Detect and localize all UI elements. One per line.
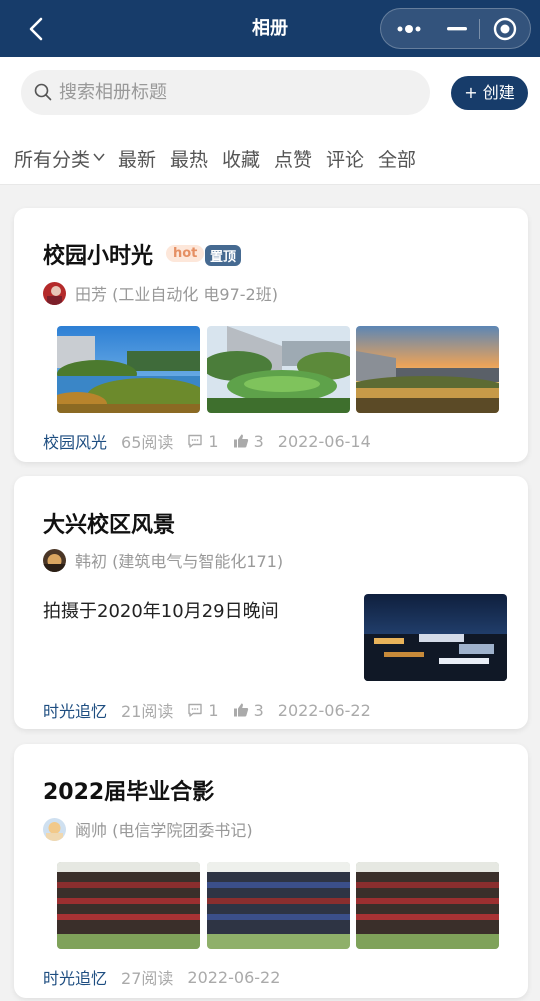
tab-favorites[interactable]: 收藏	[222, 145, 260, 172]
album-author: 韩初 (建筑电气与智能化171)	[43, 548, 283, 572]
album-description: 拍摄于2020年10月29日晚间	[43, 601, 279, 622]
album-card[interactable]: 2022届毕业合影 阚帅 (电信学院团委书记) 时光追忆 27阅读 2022-0…	[14, 744, 528, 998]
filter-tabs: 所有分类 最新 最热 收藏 点赞 评论 全部	[0, 127, 540, 185]
like-count: 3	[253, 700, 264, 720]
campus-night-photo[interactable]	[364, 594, 507, 681]
hot-badge: hot	[166, 245, 205, 262]
album-author: 田芳 (工业自动化 电97-2班)	[43, 281, 278, 305]
tab-latest[interactable]: 最新	[118, 145, 156, 172]
album-card[interactable]: 校园小时光 hot 置顶 田芳 (工业自动化 电97-2班) 校园风光 65阅读…	[14, 208, 528, 462]
comment-icon	[188, 703, 203, 717]
tab-hottest[interactable]: 最热	[170, 145, 208, 172]
author-name: 韩初 (建筑电气与智能化171)	[75, 552, 284, 571]
album-meta: 校园风光 65阅读 1 3 2022-06-14	[43, 429, 371, 453]
search-box[interactable]	[21, 70, 430, 115]
album-card[interactable]: 大兴校区风景 韩初 (建筑电气与智能化171) 拍摄于2020年10月29日晚间…	[14, 476, 528, 729]
tab-likes[interactable]: 点赞	[274, 145, 312, 172]
avatar	[43, 281, 66, 305]
thumbs-up-icon	[233, 434, 248, 448]
minimize-icon[interactable]	[432, 9, 482, 48]
create-album-button[interactable]: + 创建	[451, 76, 528, 110]
mini-program-capsule	[380, 8, 531, 49]
album-title: 校园小时光	[43, 244, 154, 269]
author-name: 田芳 (工业自动化 电97-2班)	[75, 285, 278, 304]
avatar	[43, 817, 66, 841]
close-target-icon[interactable]	[480, 9, 530, 48]
search-bar: + 创建	[0, 57, 540, 127]
campus-lake-photo[interactable]	[57, 326, 200, 413]
chevron-down-icon	[93, 153, 105, 162]
pinned-badge: 置顶	[205, 245, 242, 266]
album-meta: 时光追忆 21阅读 1 3 2022-06-22	[43, 698, 371, 722]
graduation-group-photo[interactable]	[356, 862, 499, 949]
graduation-group-photo[interactable]	[207, 862, 350, 949]
album-date: 2022-06-14	[277, 431, 371, 451]
read-count: 65阅读	[121, 433, 174, 452]
campus-pond-photo[interactable]	[207, 326, 350, 413]
album-date: 2022-06-22	[277, 700, 371, 720]
like-count: 3	[253, 431, 264, 451]
album-title: 大兴校区风景	[43, 513, 176, 538]
read-count: 21阅读	[121, 702, 174, 721]
album-category[interactable]: 时光追忆	[43, 965, 107, 989]
thumbs-up-icon	[233, 703, 248, 717]
album-meta: 时光追忆 27阅读 2022-06-22	[43, 965, 281, 989]
tab-label: 所有分类	[14, 149, 91, 171]
avatar	[43, 548, 66, 572]
search-icon	[34, 83, 52, 101]
search-input[interactable]	[59, 70, 419, 115]
album-date: 2022-06-22	[187, 967, 281, 987]
comment-icon	[188, 434, 203, 448]
album-title: 2022届毕业合影	[43, 780, 215, 805]
campus-sunset-photo[interactable]	[356, 326, 499, 413]
tab-all-categories[interactable]: 所有分类	[14, 145, 105, 172]
nav-header: 相册	[0, 0, 540, 57]
more-dots-icon[interactable]	[384, 9, 434, 48]
album-author: 阚帅 (电信学院团委书记)	[43, 817, 253, 841]
author-name: 阚帅 (电信学院团委书记)	[75, 821, 253, 840]
tab-all[interactable]: 全部	[378, 145, 416, 172]
comment-count: 1	[208, 431, 219, 451]
read-count: 27阅读	[121, 969, 174, 988]
graduation-group-photo[interactable]	[57, 862, 200, 949]
tab-comments[interactable]: 评论	[326, 145, 364, 172]
comment-count: 1	[208, 700, 219, 720]
album-category[interactable]: 校园风光	[43, 429, 107, 453]
album-category[interactable]: 时光追忆	[43, 698, 107, 722]
